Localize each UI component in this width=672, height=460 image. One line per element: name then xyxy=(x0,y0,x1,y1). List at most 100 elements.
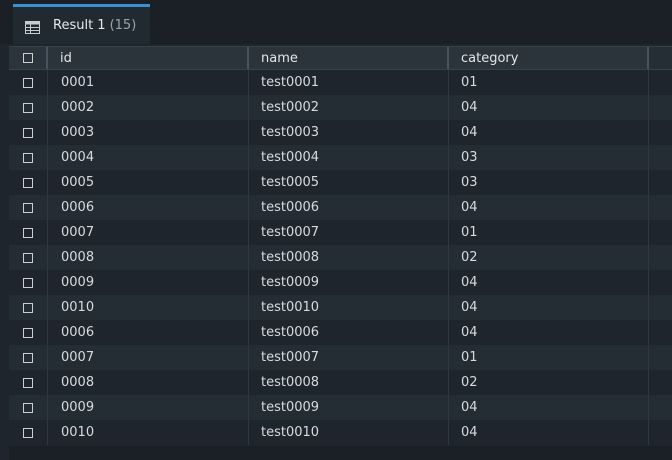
table-row[interactable]: 0009 test0009 04 xyxy=(9,270,672,295)
cell-id[interactable]: 0003 xyxy=(48,120,249,145)
cell-category[interactable]: 04 xyxy=(449,295,649,320)
cell-name[interactable]: test0009 xyxy=(249,270,449,295)
cell-name[interactable]: test0007 xyxy=(249,220,449,245)
cell-filler xyxy=(649,120,672,145)
row-select-checkbox[interactable] xyxy=(9,220,48,245)
cell-category[interactable]: 04 xyxy=(449,395,649,420)
column-header-id[interactable]: id xyxy=(48,47,249,69)
cell-category[interactable]: 04 xyxy=(449,320,649,345)
cell-category[interactable]: 03 xyxy=(449,170,649,195)
table-row[interactable]: 0006 test0006 04 xyxy=(9,320,672,345)
cell-id[interactable]: 0005 xyxy=(48,170,249,195)
row-select-checkbox[interactable] xyxy=(9,395,48,420)
cell-category[interactable]: 03 xyxy=(449,145,649,170)
cell-category[interactable]: 02 xyxy=(449,370,649,395)
cell-category[interactable]: 01 xyxy=(449,345,649,370)
cell-id[interactable]: 0002 xyxy=(48,95,249,120)
checkbox-icon xyxy=(23,377,33,388)
cell-name[interactable]: test0001 xyxy=(249,70,449,95)
table-row[interactable]: 0008 test0008 02 xyxy=(9,370,672,395)
cell-category[interactable]: 04 xyxy=(449,270,649,295)
grid-body: 0001 test0001 01 0002 test0002 04 0003 test0003… xyxy=(9,70,672,445)
checkbox-icon xyxy=(23,352,33,363)
cell-category[interactable]: 01 xyxy=(449,220,649,245)
cell-category[interactable]: 01 xyxy=(449,70,649,95)
checkbox-icon xyxy=(23,427,33,438)
cell-filler xyxy=(649,370,672,395)
table-row[interactable]: 0001 test0001 01 xyxy=(9,70,672,95)
table-row[interactable]: 0010 test0010 04 xyxy=(9,295,672,320)
cell-filler xyxy=(649,70,672,95)
table-row[interactable]: 0010 test0010 04 xyxy=(9,420,672,445)
column-header-name[interactable]: name xyxy=(249,47,449,69)
table-row[interactable]: 0004 test0004 03 xyxy=(9,145,672,170)
result-grid: id name category 0001 test0001 01 0002 test0… xyxy=(9,46,672,445)
table-row[interactable]: 0003 test0003 04 xyxy=(9,120,672,145)
grid-header-row: id name category xyxy=(9,46,672,70)
cell-id[interactable]: 0008 xyxy=(48,245,249,270)
checkbox-icon xyxy=(23,202,33,213)
cell-id[interactable]: 0004 xyxy=(48,145,249,170)
cell-name[interactable]: test0004 xyxy=(249,145,449,170)
select-all-checkbox[interactable] xyxy=(9,47,48,69)
row-select-checkbox[interactable] xyxy=(9,95,48,120)
cell-id[interactable]: 0008 xyxy=(48,370,249,395)
cell-name[interactable]: test0010 xyxy=(249,420,449,445)
cell-category[interactable]: 04 xyxy=(449,420,649,445)
table-row[interactable]: 0006 test0006 04 xyxy=(9,195,672,220)
cell-name[interactable]: test0007 xyxy=(249,345,449,370)
cell-name[interactable]: test0002 xyxy=(249,95,449,120)
tab-result-1[interactable]: Result 1 (15) xyxy=(13,4,150,44)
row-select-checkbox[interactable] xyxy=(9,320,48,345)
row-select-checkbox[interactable] xyxy=(9,195,48,220)
cell-category[interactable]: 04 xyxy=(449,120,649,145)
cell-id[interactable]: 0007 xyxy=(48,220,249,245)
table-row[interactable]: 0002 test0002 04 xyxy=(9,95,672,120)
cell-id[interactable]: 0007 xyxy=(48,345,249,370)
checkbox-icon xyxy=(23,327,33,338)
table-row[interactable]: 0007 test0007 01 xyxy=(9,345,672,370)
row-select-checkbox[interactable] xyxy=(9,170,48,195)
checkbox-icon xyxy=(23,227,33,238)
row-select-checkbox[interactable] xyxy=(9,145,48,170)
cell-name[interactable]: test0006 xyxy=(249,320,449,345)
row-select-checkbox[interactable] xyxy=(9,345,48,370)
cell-name[interactable]: test0008 xyxy=(249,245,449,270)
cell-name[interactable]: test0009 xyxy=(249,395,449,420)
cell-filler xyxy=(649,295,672,320)
row-select-checkbox[interactable] xyxy=(9,120,48,145)
cell-id[interactable]: 0009 xyxy=(48,270,249,295)
table-grid-icon xyxy=(25,19,40,34)
cell-id[interactable]: 0006 xyxy=(48,320,249,345)
row-select-checkbox[interactable] xyxy=(9,295,48,320)
table-row[interactable]: 0008 test0008 02 xyxy=(9,245,672,270)
cell-filler xyxy=(649,220,672,245)
cell-id[interactable]: 0009 xyxy=(48,395,249,420)
cell-name[interactable]: test0003 xyxy=(249,120,449,145)
column-header-category[interactable]: category xyxy=(449,47,649,69)
result-panel: Result 1 (15) id name category 0001 test0… xyxy=(0,0,672,460)
cell-filler xyxy=(649,170,672,195)
row-select-checkbox[interactable] xyxy=(9,245,48,270)
cell-id[interactable]: 0010 xyxy=(48,295,249,320)
cell-name[interactable]: test0008 xyxy=(249,370,449,395)
cell-category[interactable]: 02 xyxy=(449,245,649,270)
row-select-checkbox[interactable] xyxy=(9,270,48,295)
cell-id[interactable]: 0001 xyxy=(48,70,249,95)
cell-name[interactable]: test0006 xyxy=(249,195,449,220)
table-row[interactable]: 0007 test0007 01 xyxy=(9,220,672,245)
checkbox-icon xyxy=(23,152,33,163)
cell-id[interactable]: 0010 xyxy=(48,420,249,445)
row-select-checkbox[interactable] xyxy=(9,420,48,445)
cell-name[interactable]: test0010 xyxy=(249,295,449,320)
cell-filler xyxy=(649,95,672,120)
table-row[interactable]: 0005 test0005 03 xyxy=(9,170,672,195)
cell-category[interactable]: 04 xyxy=(449,195,649,220)
checkbox-icon xyxy=(23,302,33,313)
cell-id[interactable]: 0006 xyxy=(48,195,249,220)
row-select-checkbox[interactable] xyxy=(9,70,48,95)
cell-name[interactable]: test0005 xyxy=(249,170,449,195)
cell-category[interactable]: 04 xyxy=(449,95,649,120)
row-select-checkbox[interactable] xyxy=(9,370,48,395)
table-row[interactable]: 0009 test0009 04 xyxy=(9,395,672,420)
